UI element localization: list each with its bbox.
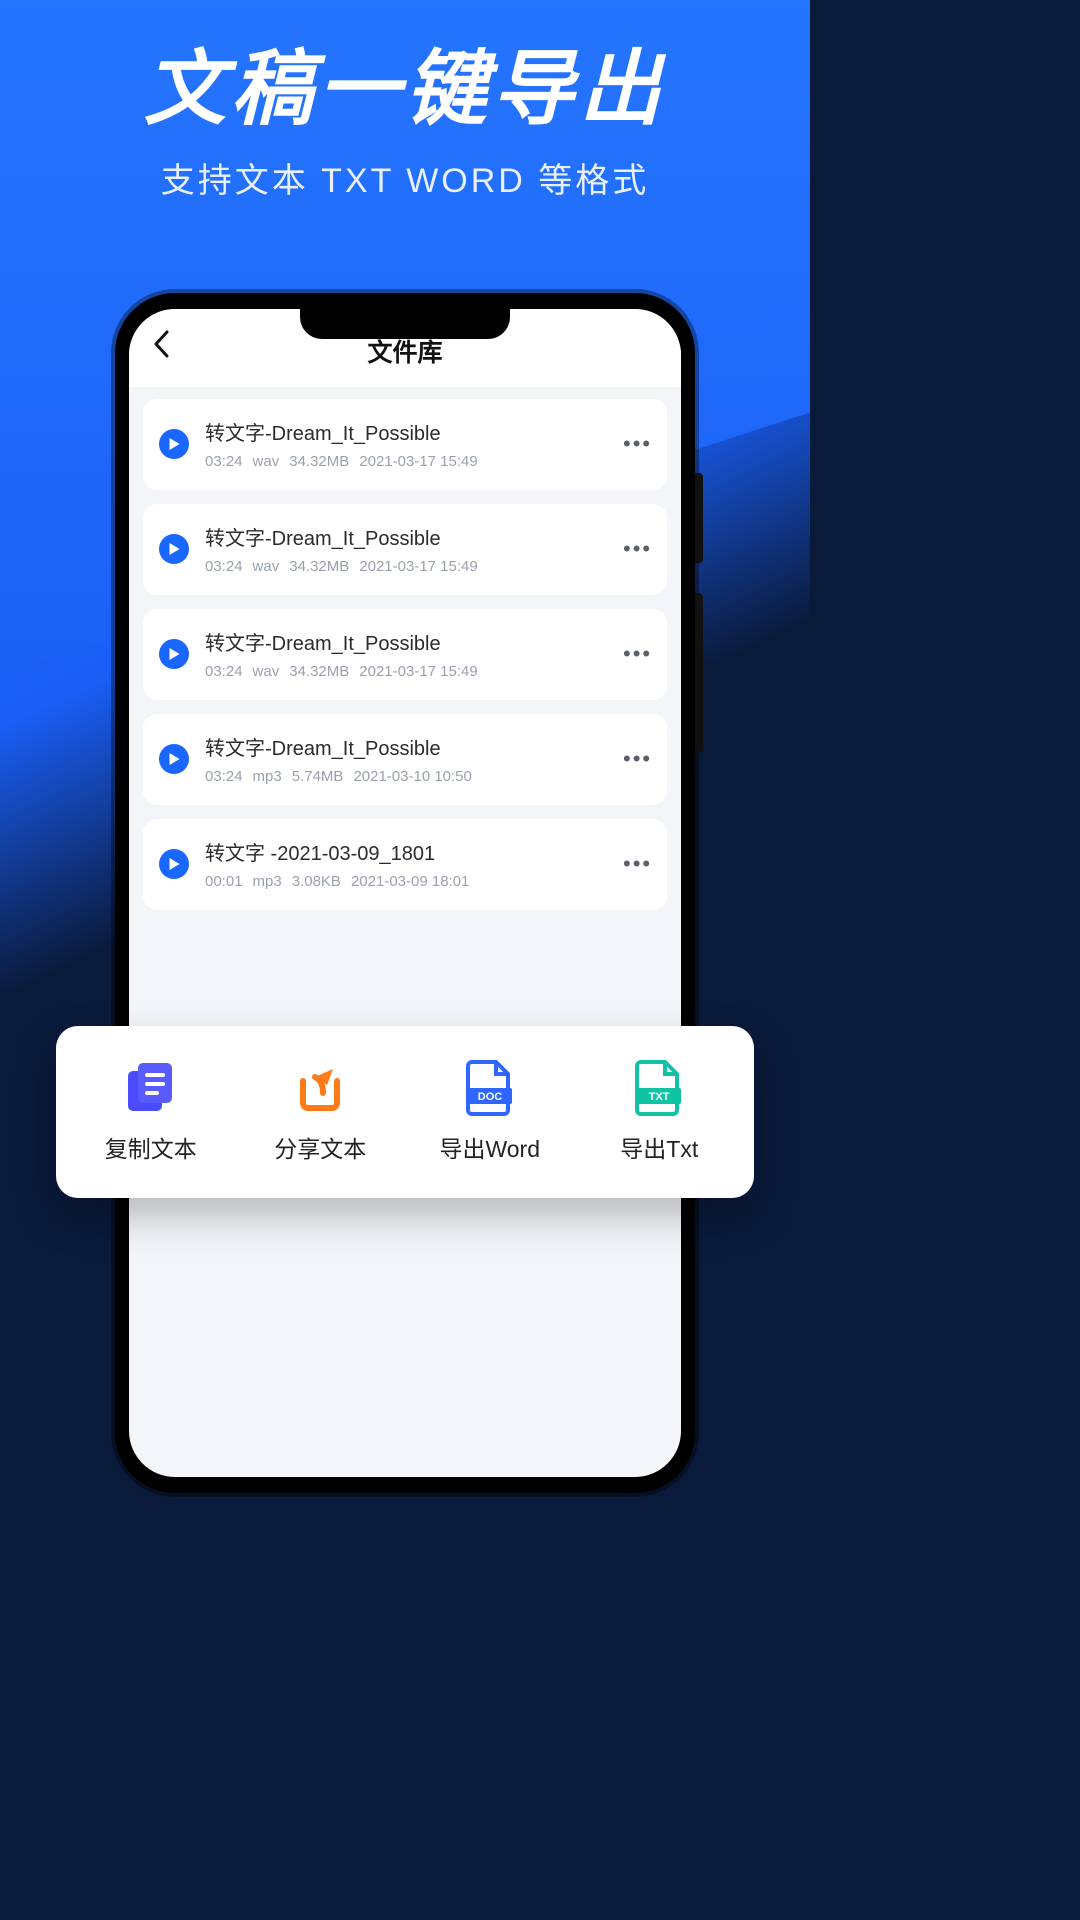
share-icon: [291, 1058, 349, 1116]
file-size: 34.32MB: [289, 453, 349, 470]
copy-icon: [122, 1058, 180, 1116]
action-sheet: 复制文本 分享文本 DOC 导出Word: [56, 1026, 754, 1198]
file-meta: 03:24 mp3 5.74MB 2021-03-10 10:50: [205, 768, 607, 785]
svg-text:TXT: TXT: [649, 1091, 670, 1103]
file-meta: 03:24 wav 34.32MB 2021-03-17 15:49: [205, 453, 607, 470]
file-size: 34.32MB: [289, 558, 349, 575]
file-duration: 03:24: [205, 768, 243, 785]
more-icon[interactable]: •••: [623, 431, 651, 457]
file-title: 转文字-Dream_It_Possible: [205, 732, 607, 761]
more-icon[interactable]: •••: [623, 746, 651, 772]
play-icon[interactable]: [159, 849, 189, 879]
file-meta: 00:01 mp3 3.08KB 2021-03-09 18:01: [205, 873, 607, 890]
file-duration: 03:24: [205, 453, 243, 470]
file-size: 34.32MB: [289, 663, 349, 680]
file-meta: 03:24 wav 34.32MB 2021-03-17 15:49: [205, 663, 607, 680]
file-format: wav: [253, 663, 280, 680]
file-duration: 03:24: [205, 663, 243, 680]
play-icon[interactable]: [159, 639, 189, 669]
file-meta: 03:24 wav 34.32MB 2021-03-17 15:49: [205, 558, 607, 575]
more-icon[interactable]: •••: [623, 641, 651, 667]
file-list[interactable]: 转文字-Dream_It_Possible 03:24 wav 34.32MB …: [129, 387, 681, 936]
hero: 文稿一键导出 支持文本 TXT WORD 等格式: [0, 0, 810, 202]
file-datetime: 2021-03-10 10:50: [353, 768, 471, 785]
more-icon[interactable]: •••: [623, 536, 651, 562]
file-datetime: 2021-03-17 15:49: [359, 558, 477, 575]
phone-notch: [300, 309, 510, 339]
file-title: 转文字-Dream_It_Possible: [205, 522, 607, 551]
hero-title: 文稿一键导出: [0, 45, 810, 135]
list-item[interactable]: 转文字-Dream_It_Possible 03:24 wav 34.32MB …: [143, 609, 667, 700]
file-format: mp3: [253, 873, 282, 890]
copy-text-button[interactable]: 复制文本: [78, 1058, 223, 1164]
action-label: 复制文本: [105, 1130, 197, 1164]
back-icon[interactable]: [153, 330, 169, 366]
file-datetime: 2021-03-09 18:01: [351, 873, 469, 890]
file-info: 转文字 -2021-03-09_1801 00:01 mp3 3.08KB 20…: [205, 837, 607, 890]
hero-subtitle: 支持文本 TXT WORD 等格式: [0, 153, 810, 202]
action-label: 导出Txt: [620, 1130, 698, 1164]
share-text-button[interactable]: 分享文本: [248, 1058, 393, 1164]
list-item[interactable]: 转文字-Dream_It_Possible 03:24 wav 34.32MB …: [143, 399, 667, 490]
export-word-button[interactable]: DOC 导出Word: [417, 1058, 562, 1164]
file-size: 5.74MB: [292, 768, 344, 785]
play-icon[interactable]: [159, 744, 189, 774]
phone-screen: 文件库 转文字-Dream_It_Possible 03:24 wav 34.3…: [129, 309, 681, 1477]
file-datetime: 2021-03-17 15:49: [359, 453, 477, 470]
list-item[interactable]: 转文字-Dream_It_Possible 03:24 mp3 5.74MB 2…: [143, 714, 667, 805]
list-item[interactable]: 转文字-Dream_It_Possible 03:24 wav 34.32MB …: [143, 504, 667, 595]
file-title: 转文字-Dream_It_Possible: [205, 627, 607, 656]
file-duration: 03:24: [205, 558, 243, 575]
export-txt-button[interactable]: TXT 导出Txt: [587, 1058, 732, 1164]
file-duration: 00:01: [205, 873, 243, 890]
file-size: 3.08KB: [292, 873, 341, 890]
file-format: mp3: [253, 768, 282, 785]
txt-file-icon: TXT: [630, 1058, 688, 1116]
file-info: 转文字-Dream_It_Possible 03:24 wav 34.32MB …: [205, 417, 607, 470]
file-datetime: 2021-03-17 15:49: [359, 663, 477, 680]
more-icon[interactable]: •••: [623, 851, 651, 877]
file-info: 转文字-Dream_It_Possible 03:24 wav 34.32MB …: [205, 627, 607, 680]
action-label: 导出Word: [439, 1130, 540, 1164]
phone-side-button: [695, 473, 703, 563]
play-icon[interactable]: [159, 429, 189, 459]
play-icon[interactable]: [159, 534, 189, 564]
file-info: 转文字-Dream_It_Possible 03:24 wav 34.32MB …: [205, 522, 607, 575]
phone-side-button: [695, 593, 703, 753]
doc-file-icon: DOC: [461, 1058, 519, 1116]
file-format: wav: [253, 453, 280, 470]
list-item[interactable]: 转文字 -2021-03-09_1801 00:01 mp3 3.08KB 20…: [143, 819, 667, 910]
file-title: 转文字-Dream_It_Possible: [205, 417, 607, 446]
phone-frame: 文件库 转文字-Dream_It_Possible 03:24 wav 34.3…: [115, 293, 695, 1493]
file-format: wav: [253, 558, 280, 575]
file-title: 转文字 -2021-03-09_1801: [205, 837, 607, 866]
action-label: 分享文本: [274, 1130, 366, 1164]
file-info: 转文字-Dream_It_Possible 03:24 mp3 5.74MB 2…: [205, 732, 607, 785]
svg-text:DOC: DOC: [478, 1091, 503, 1103]
